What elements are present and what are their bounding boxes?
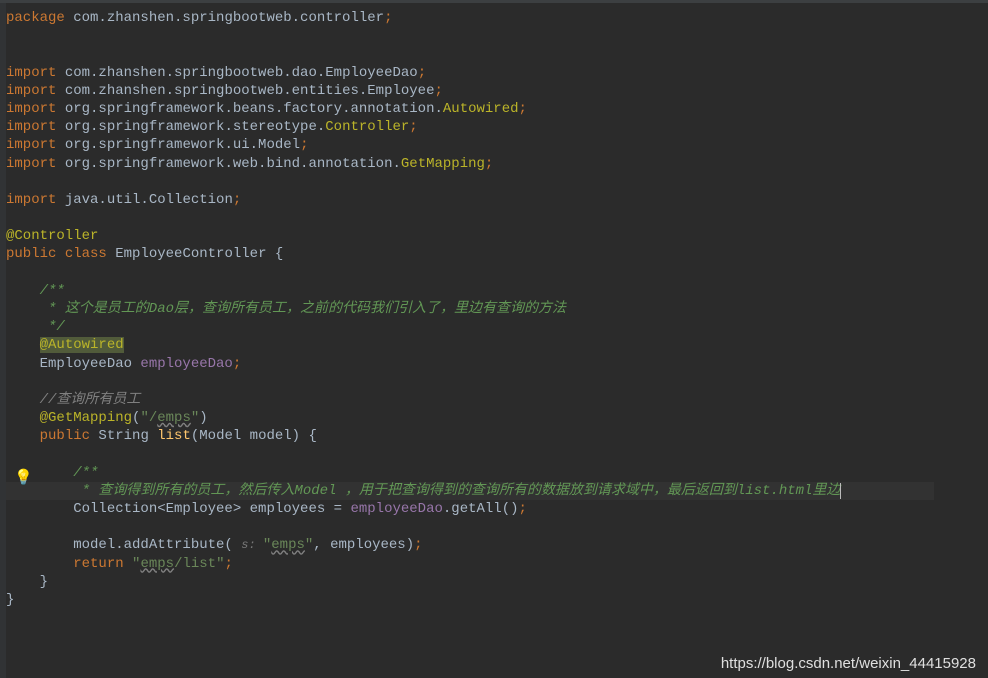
- lightbulb-icon[interactable]: 💡: [14, 469, 33, 489]
- import-path: org.springframework.ui.Model: [56, 137, 300, 153]
- semicolon: ;: [485, 156, 493, 172]
- keyword-package: package: [6, 10, 65, 26]
- code-editor: package com.zhanshen.springbootweb.contr…: [0, 3, 988, 678]
- method-call: .getAll(): [443, 501, 519, 517]
- keyword-import: import: [6, 65, 56, 81]
- current-line: * 查询得到所有的员工，然后传入Model ，用于把查询得到的查询所有的数据放到…: [6, 482, 934, 500]
- semicolon: ;: [519, 501, 527, 517]
- semicolon: ;: [519, 101, 527, 117]
- text-cursor: [840, 483, 841, 499]
- keyword-import: import: [6, 83, 56, 99]
- import-class: Controller: [325, 119, 409, 135]
- semicolon: ;: [434, 83, 442, 99]
- field-ref: employeeDao: [350, 501, 442, 517]
- import-class: GetMapping: [401, 156, 485, 172]
- method-name: list: [157, 428, 191, 444]
- javadoc-end: */: [934, 483, 988, 499]
- semicolon: ;: [224, 556, 232, 572]
- string-part: /list": [174, 556, 224, 572]
- return-type: String: [90, 428, 157, 444]
- keyword-import: import: [6, 137, 56, 153]
- keyword-import: import: [6, 101, 56, 117]
- import-path: org.springframework.beans.factory.annota…: [56, 101, 442, 117]
- string-part: "/: [140, 410, 157, 426]
- string-part: ": [263, 537, 271, 553]
- keyword-class: class: [65, 246, 107, 262]
- keyword-public: public: [40, 428, 90, 444]
- semicolon: ;: [233, 192, 241, 208]
- close-brace: }: [6, 574, 48, 590]
- code-area[interactable]: package com.zhanshen.springbootweb.contr…: [6, 3, 934, 678]
- semicolon: ;: [384, 10, 392, 26]
- string-emps: emps: [157, 410, 191, 426]
- collection-decl: Collection<Employee> employees =: [6, 501, 350, 517]
- semicolon: ;: [233, 356, 241, 372]
- keyword-public: public: [6, 246, 56, 262]
- field-name: employeeDao: [140, 356, 232, 372]
- semicolon: ;: [300, 137, 308, 153]
- semicolon: ;: [409, 119, 417, 135]
- import-path: java.util.Collection: [56, 192, 232, 208]
- javadoc-end: */: [6, 319, 65, 335]
- keyword-return: return: [73, 556, 123, 572]
- annotation-controller: @Controller: [6, 228, 98, 244]
- annotation-getmapping: @GetMapping: [40, 410, 132, 426]
- annotation-autowired: @Autowired: [40, 337, 124, 353]
- string-emps: emps: [271, 537, 305, 553]
- javadoc-start: /**: [6, 283, 65, 299]
- package-name: com.zhanshen.springbootweb.controller: [65, 10, 384, 26]
- watermark: https://blog.csdn.net/weixin_44415928: [721, 654, 976, 674]
- import-class: Autowired: [443, 101, 519, 117]
- semicolon: ;: [414, 537, 422, 553]
- class-name: EmployeeController {: [107, 246, 283, 262]
- javadoc-line: * 查询得到所有的员工，然后传入Model ，用于把查询得到的查询所有的数据放到…: [6, 483, 840, 499]
- import-path: com.zhanshen.springbootweb.entities.Empl…: [56, 83, 434, 99]
- model-call: model.addAttribute(: [6, 537, 241, 553]
- field-type: EmployeeDao: [6, 356, 140, 372]
- string-part: ": [191, 410, 199, 426]
- args: , employees): [313, 537, 414, 553]
- string-emps: emps: [140, 556, 174, 572]
- javadoc-line: * 这个是员工的Dao层，查询所有员工，之前的代码我们引入了，里边有查询的方法: [6, 301, 566, 317]
- param-hint: s:: [241, 538, 263, 552]
- import-path: org.springframework.stereotype.: [56, 119, 325, 135]
- keyword-import: import: [6, 119, 56, 135]
- line-comment: //查询所有员工: [6, 392, 140, 408]
- import-path: com.zhanshen.springbootweb.dao.EmployeeD…: [56, 65, 417, 81]
- keyword-import: import: [6, 192, 56, 208]
- close-brace: }: [6, 592, 14, 608]
- keyword-import: import: [6, 156, 56, 172]
- method-params: (Model model) {: [191, 428, 317, 444]
- semicolon: ;: [418, 65, 426, 81]
- import-path: org.springframework.web.bind.annotation.: [56, 156, 400, 172]
- paren: ): [199, 410, 207, 426]
